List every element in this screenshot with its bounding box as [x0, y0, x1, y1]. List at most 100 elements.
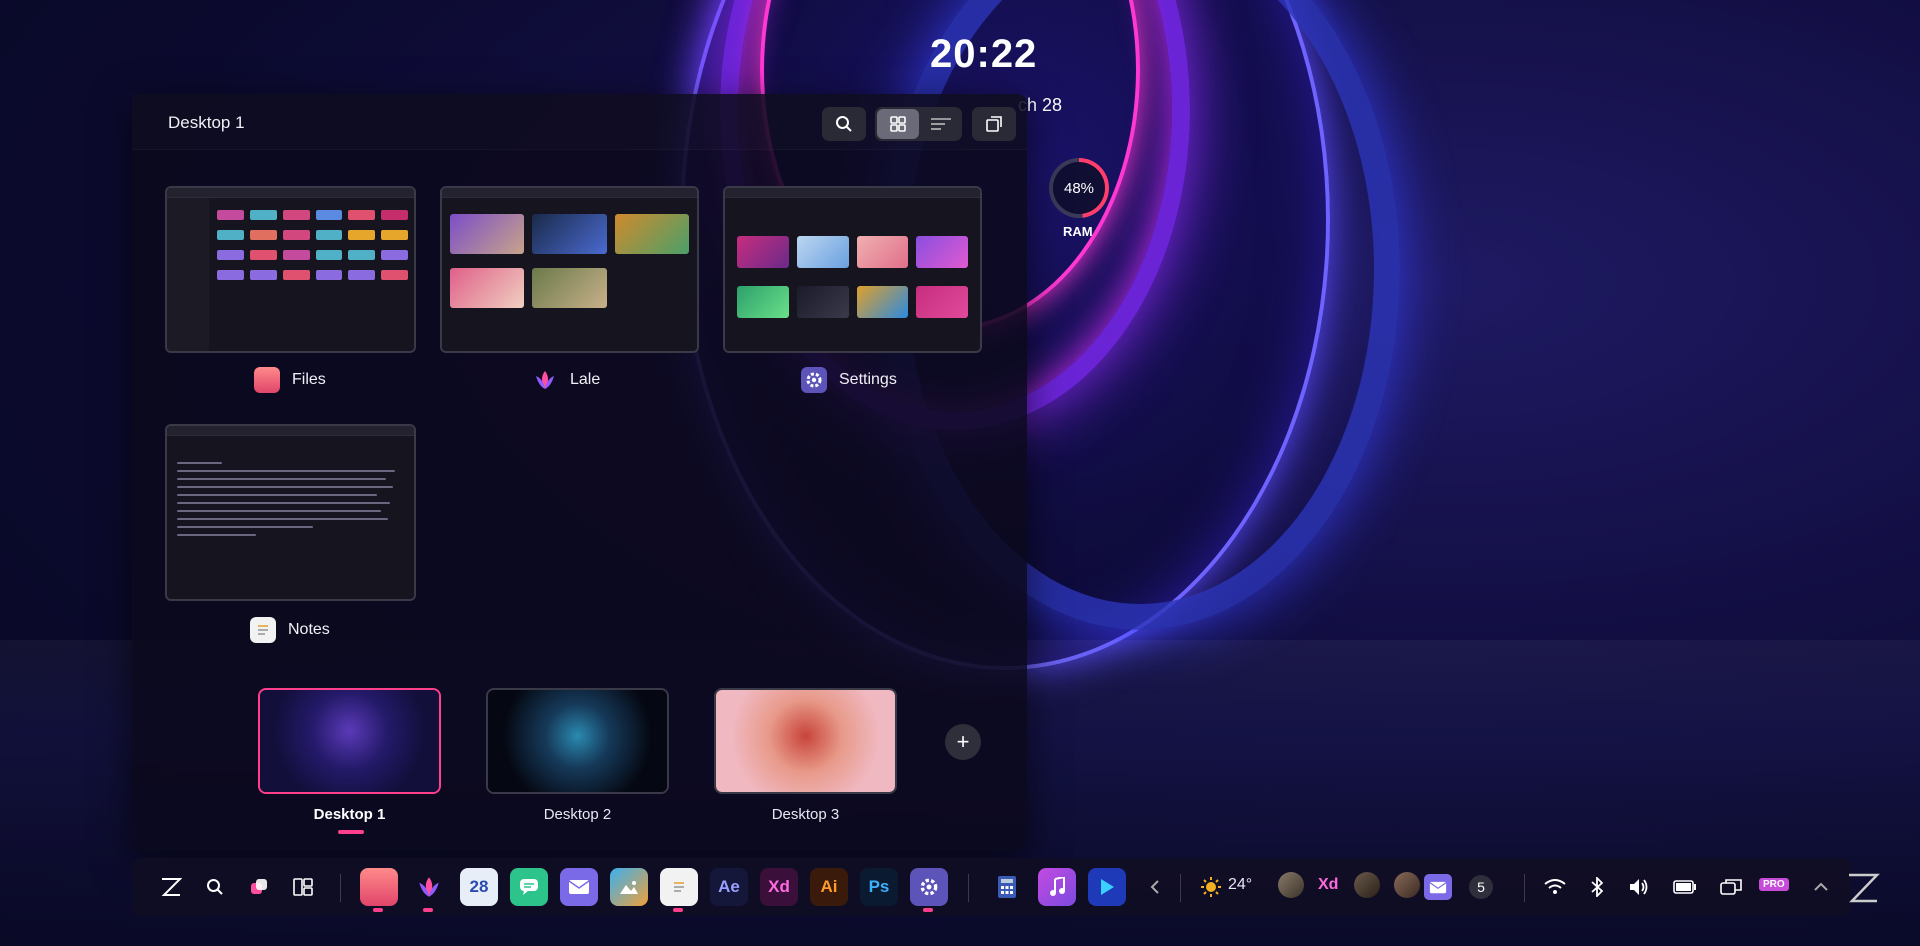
desktop-3-thumbnail[interactable] [714, 688, 897, 794]
settings-window-thumbnail[interactable] [723, 186, 982, 353]
notes-window-title: Notes [288, 621, 330, 638]
desktop-1-thumbnail[interactable] [258, 688, 441, 794]
taskbar-photos[interactable] [610, 868, 648, 906]
corner-logo[interactable] [1846, 872, 1880, 909]
notes-window-label: Notes [250, 617, 330, 643]
logo-icon [161, 878, 182, 896]
notification-avatar-3[interactable] [1394, 872, 1420, 898]
taskbar-messages[interactable] [510, 868, 548, 906]
desktop-2-thumbnail[interactable] [486, 688, 669, 794]
gear-icon [920, 878, 938, 896]
battery-button[interactable] [1666, 868, 1704, 906]
add-desktop-button[interactable]: + [945, 724, 981, 760]
desktop-2-label: Desktop 2 [543, 806, 612, 823]
notes-window-thumbnail[interactable] [165, 424, 416, 601]
layout-icon [293, 878, 313, 896]
volume-icon [1630, 879, 1648, 895]
pro-badge[interactable]: PRO [1759, 878, 1789, 891]
notes-icon [674, 882, 684, 892]
window-titlebar [167, 426, 414, 436]
logo-icon [1849, 873, 1880, 903]
ai-icon: Ai [820, 877, 838, 896]
taskbar-files[interactable] [360, 868, 398, 912]
lale-flower-icon [419, 877, 439, 897]
ram-label: RAM [1063, 224, 1093, 239]
overview-button[interactable] [240, 868, 278, 906]
files-window-label: Files [254, 367, 326, 393]
active-desktop-indicator [338, 830, 364, 834]
ram-percent: 48% [1063, 179, 1095, 197]
notification-avatar-1[interactable] [1278, 872, 1304, 898]
taskbar-settings[interactable] [910, 868, 948, 912]
weather-button[interactable] [1192, 868, 1230, 906]
ram-gauge: 48% [1049, 158, 1109, 218]
list-icon [931, 118, 951, 130]
display-button[interactable] [1712, 868, 1750, 906]
search-button[interactable] [822, 107, 866, 141]
lale-window-thumbnail[interactable] [440, 186, 699, 353]
xd-icon: Xd [768, 877, 790, 896]
folder-icon [254, 367, 280, 393]
taskbar-music[interactable] [1038, 868, 1076, 906]
running-indicator [923, 908, 933, 912]
lale-window-title: Lale [570, 371, 601, 388]
view-toggle [875, 107, 962, 141]
notification-count-badge[interactable]: 5 [1469, 875, 1493, 899]
search-icon [836, 116, 852, 132]
running-indicator [673, 908, 683, 912]
list-view-button[interactable] [921, 109, 961, 139]
taskbar-search-button[interactable] [196, 868, 234, 906]
running-indicator [423, 908, 433, 912]
window-sidebar [167, 198, 209, 351]
calculator-icon [998, 876, 1016, 898]
lale-window-label: Lale [532, 367, 600, 393]
taskbar-lale[interactable] [410, 868, 448, 912]
settings-window-title: Settings [839, 371, 897, 388]
bluetooth-button[interactable] [1578, 868, 1616, 906]
lale-flower-icon [532, 367, 558, 393]
photos-icon [620, 881, 638, 894]
windows-icon [1720, 879, 1742, 895]
taskbar-adobe-xd[interactable]: Xd [760, 868, 798, 906]
mail-icon [1429, 881, 1447, 893]
battery-icon [1673, 880, 1696, 894]
taskbar-divider [968, 874, 969, 902]
window-titlebar [725, 188, 980, 198]
taskbar-divider [1180, 874, 1181, 902]
mail-icon [568, 880, 590, 894]
files-window-title: Files [292, 371, 326, 388]
desktop-1-label: Desktop 1 [313, 806, 386, 823]
taskbar-calculator[interactable] [988, 868, 1026, 906]
taskbar-notes[interactable] [660, 868, 698, 912]
collapse-tray-button[interactable] [1136, 868, 1174, 906]
ae-icon: Ae [718, 877, 740, 896]
taskbar: 28 Ae Xd Ai Ps 24° Xd 5 PRO [132, 858, 1852, 916]
taskbar-video[interactable] [1088, 868, 1126, 906]
notes-text-lines [177, 456, 404, 542]
snap-layout-button[interactable] [284, 868, 322, 906]
lale-media-grid [450, 214, 689, 308]
overview-header: Desktop 1 [132, 94, 1027, 150]
taskbar-photoshop[interactable]: Ps [860, 868, 898, 906]
notification-mail[interactable] [1424, 874, 1452, 900]
taskbar-calendar[interactable]: 28 [460, 868, 498, 906]
ps-icon: Ps [868, 877, 890, 896]
taskbar-illustrator[interactable]: Ai [810, 868, 848, 906]
notification-xd[interactable]: Xd [1318, 876, 1338, 894]
notification-avatar-2[interactable] [1354, 872, 1380, 898]
taskbar-mail[interactable] [560, 868, 598, 906]
sun-icon [1201, 877, 1221, 897]
window-titlebar [167, 188, 414, 198]
music-icon [1050, 877, 1065, 896]
volume-button[interactable] [1620, 868, 1658, 906]
expand-tray-button[interactable] [1802, 868, 1840, 906]
settings-theme-grid [737, 236, 968, 318]
launcher-button[interactable] [152, 868, 190, 906]
wifi-button[interactable] [1536, 868, 1574, 906]
files-window-thumbnail[interactable] [165, 186, 416, 353]
chat-icon [520, 879, 538, 895]
grid-view-button[interactable] [877, 109, 919, 139]
windows-stack-icon [251, 879, 267, 894]
taskbar-after-effects[interactable]: Ae [710, 868, 748, 906]
expand-button[interactable] [972, 107, 1016, 141]
